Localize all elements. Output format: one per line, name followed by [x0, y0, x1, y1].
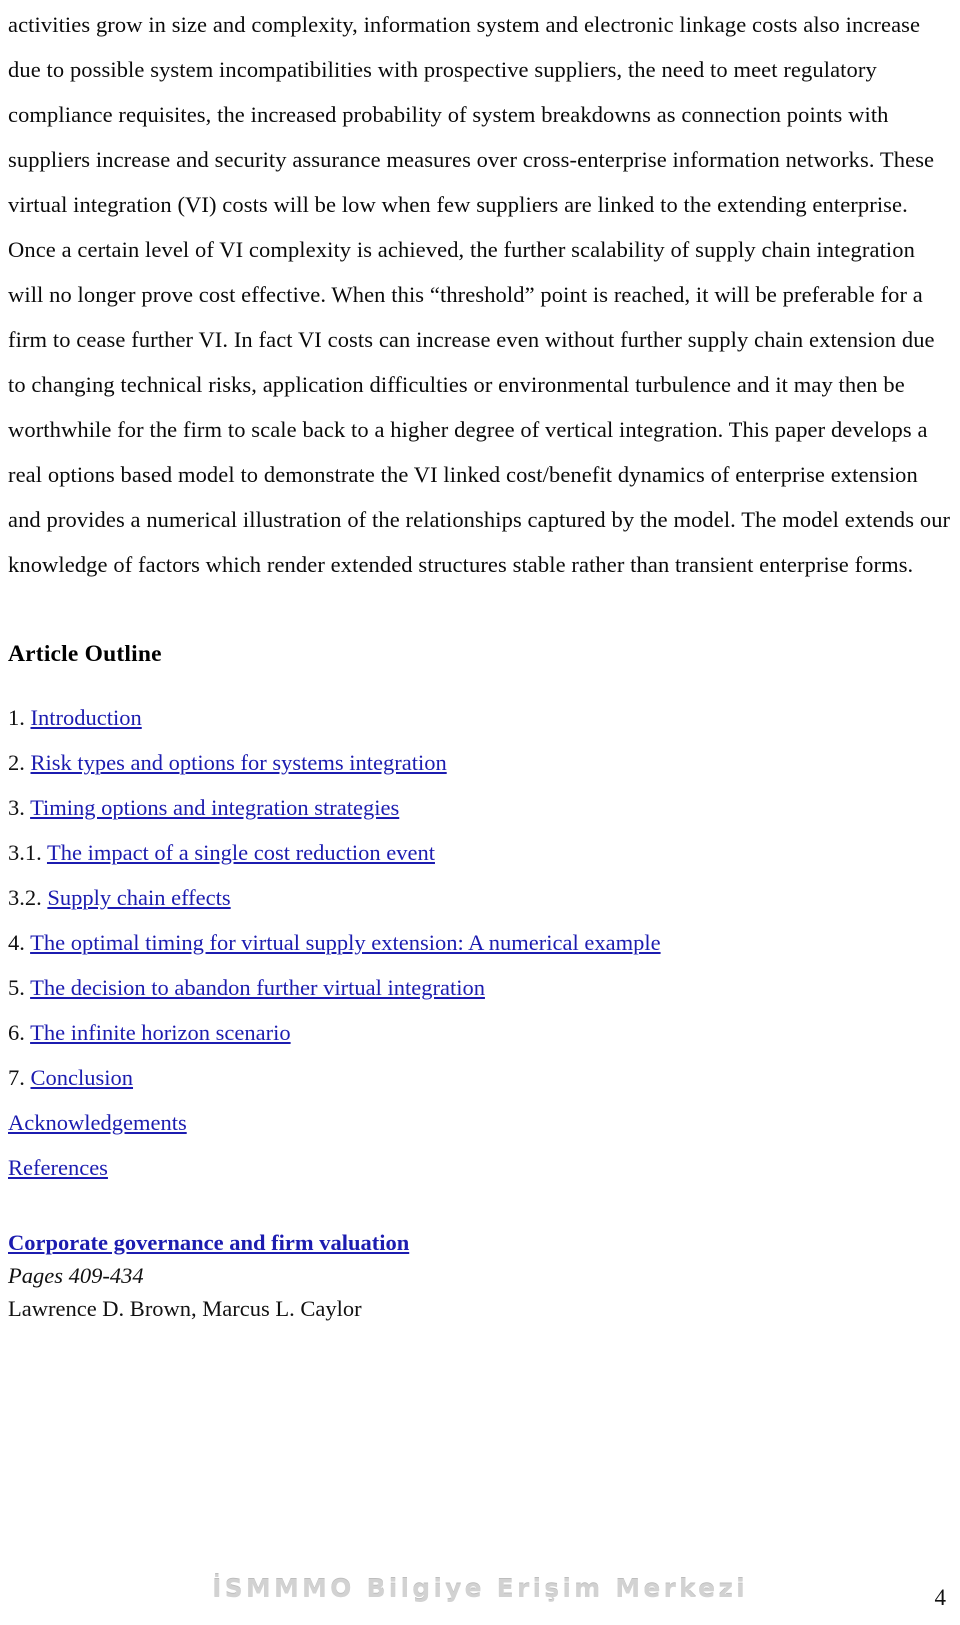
outline-list-item: 5. The decision to abandon further virtu…	[8, 965, 952, 1010]
outline-item-link-infinite-horizon[interactable]: The infinite horizon scenario	[30, 1020, 291, 1045]
outline-item-link-timing-options[interactable]: Timing options and integration strategie…	[30, 795, 399, 820]
library-watermark: İSMMMO Bilgiye Erişim Merkezi	[212, 1574, 748, 1603]
outline-item-number: 2.	[8, 750, 25, 775]
document-page: activities grow in size and complexity, …	[0, 0, 960, 1625]
outline-list-item: 6. The infinite horizon scenario	[8, 1010, 952, 1055]
acknowledgements-link[interactable]: Acknowledgements	[8, 1110, 187, 1135]
outline-list-item: 3. Timing options and integration strate…	[8, 785, 952, 830]
next-article-title-row: Corporate governance and firm valuation	[8, 1228, 952, 1258]
outline-item-number: 4.	[8, 930, 25, 955]
outline-item-link-optimal-timing[interactable]: The optimal timing for virtual supply ex…	[30, 930, 661, 955]
outline-list-item: 4. The optimal timing for virtual supply…	[8, 920, 952, 965]
outline-item-number: 3.1.	[8, 840, 42, 865]
outline-item-number: 1.	[8, 705, 25, 730]
abstract-paragraph: activities grow in size and complexity, …	[8, 12, 951, 577]
outline-item-link-conclusion[interactable]: Conclusion	[31, 1065, 134, 1090]
outline-item-number: 7.	[8, 1065, 25, 1090]
next-article-authors: Lawrence D. Brown, Marcus L. Caylor	[8, 1296, 362, 1321]
article-outline-heading: Article Outline	[8, 641, 162, 667]
outline-list-item: 1. Introduction	[8, 695, 952, 740]
acknowledgements-row: Acknowledgements	[8, 1100, 952, 1145]
outline-item-link-supply-chain-effects[interactable]: Supply chain effects	[47, 885, 230, 910]
next-article-entry: Corporate governance and firm valuation …	[8, 1190, 952, 1325]
outline-item-link-introduction[interactable]: Introduction	[31, 705, 142, 730]
outline-list-item: 2. Risk types and options for systems in…	[8, 740, 952, 785]
references-row: References	[8, 1145, 952, 1190]
outline-item-number: 3.2.	[8, 885, 42, 910]
outline-list-item: 3.1. The impact of a single cost reducti…	[8, 830, 952, 875]
outline-list-item: 7. Conclusion	[8, 1055, 952, 1100]
outline-item-link-risk-types[interactable]: Risk types and options for systems integ…	[31, 750, 447, 775]
article-outline-list: 1. Introduction 2. Risk types and option…	[8, 669, 952, 1100]
outline-item-link-abandon-decision[interactable]: The decision to abandon further virtual …	[30, 975, 485, 1000]
references-link[interactable]: References	[8, 1155, 108, 1180]
next-article-title-link[interactable]: Corporate governance and firm valuation	[8, 1228, 409, 1258]
outline-list-item: 3.2. Supply chain effects	[8, 875, 952, 920]
outline-item-number: 3.	[8, 795, 25, 820]
outline-item-number: 6.	[8, 1020, 25, 1045]
next-article-pages: Pages 409-434	[8, 1263, 144, 1288]
outline-item-number: 5.	[8, 975, 25, 1000]
page-number: 4	[934, 1585, 947, 1610]
outline-item-link-single-cost-reduction[interactable]: The impact of a single cost reduction ev…	[47, 840, 435, 865]
